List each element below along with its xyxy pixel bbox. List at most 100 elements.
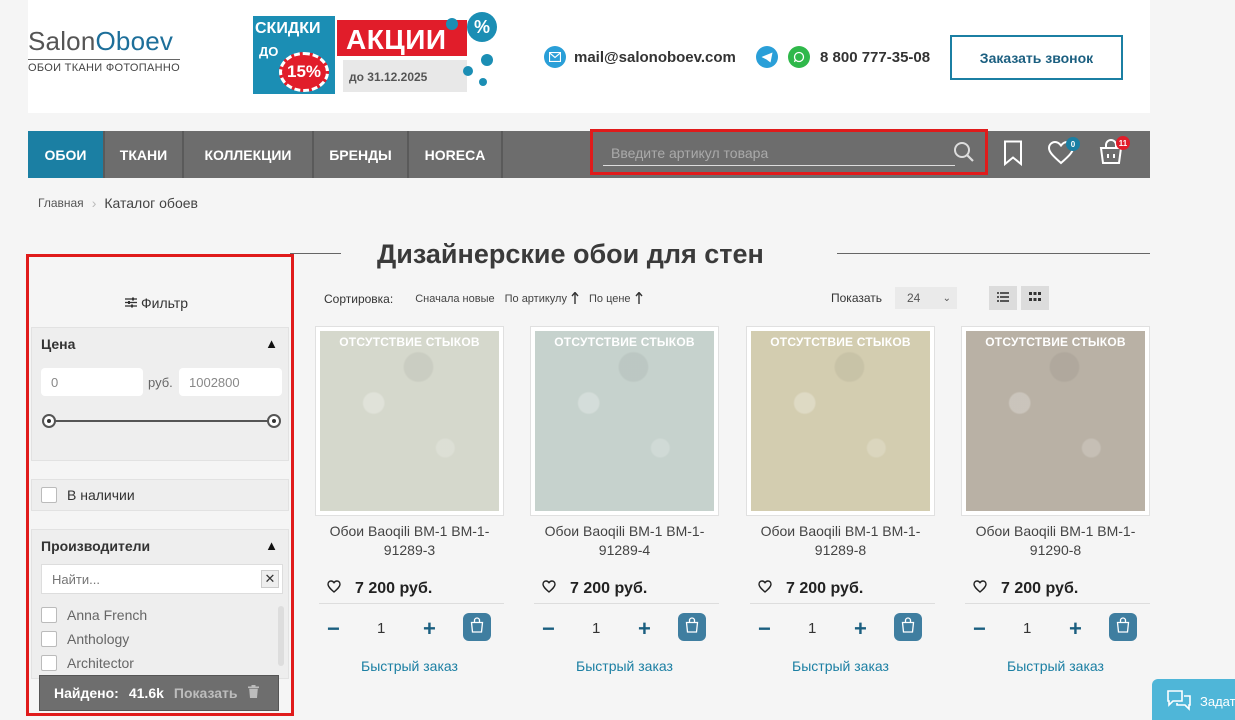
- nav-item-tkani[interactable]: ТКАНИ: [105, 131, 184, 178]
- per-page-select[interactable]: 24 ⌄: [895, 287, 957, 309]
- promo-decor-dot: [463, 66, 473, 76]
- heart-icon[interactable]: [973, 580, 987, 598]
- manufacturers-scrollbar[interactable]: [278, 606, 284, 666]
- qty-plus-button[interactable]: +: [638, 616, 651, 642]
- add-to-cart-button[interactable]: [894, 613, 922, 641]
- price-min-input[interactable]: [41, 368, 143, 396]
- list-item[interactable]: Architector: [41, 655, 134, 671]
- chevron-right-icon: ›: [91, 195, 97, 211]
- product-name[interactable]: Обои Baoqili BM-1 BM-1- 91289-4: [530, 522, 719, 560]
- product-tag: ОТСУТСТВИЕ СТЫКОВ: [985, 335, 1126, 349]
- price-filter-title[interactable]: Цена: [41, 336, 75, 352]
- quick-order-link[interactable]: Быстрый заказ: [530, 658, 719, 674]
- qty-minus-button[interactable]: −: [542, 616, 555, 642]
- breadcrumb-home[interactable]: Главная: [38, 196, 84, 210]
- in-stock-filter[interactable]: В наличии: [31, 479, 289, 511]
- nav-item-brendy[interactable]: БРЕНДЫ: [314, 131, 409, 178]
- show-results-button[interactable]: Показать: [174, 685, 238, 701]
- cart-icon: [1116, 616, 1130, 638]
- product-price: 7 200 руб.: [1001, 580, 1079, 597]
- heart-icon[interactable]: [758, 580, 772, 598]
- list-item[interactable]: Anna French: [41, 607, 147, 623]
- cart-icon: [901, 616, 915, 638]
- add-to-cart-button[interactable]: [678, 613, 706, 641]
- contact-email[interactable]: mail@salonoboev.com: [544, 46, 736, 68]
- add-to-cart-button[interactable]: [1109, 613, 1137, 641]
- in-stock-row[interactable]: В наличии: [41, 487, 135, 503]
- favorites-count-badge: 0: [1066, 137, 1080, 151]
- product-image[interactable]: ОТСУТСТВИЕ СТЫКОВ: [961, 326, 1150, 516]
- qty-minus-button[interactable]: −: [758, 616, 771, 642]
- phone-link[interactable]: 8 800 777-35-08: [820, 49, 930, 66]
- chat-label: Задать: [1200, 693, 1235, 709]
- qty-plus-button[interactable]: +: [1069, 616, 1082, 642]
- nav-item-oboi[interactable]: ОБОИ: [28, 131, 105, 178]
- sort-by-article[interactable]: По артикулу: [505, 290, 579, 307]
- search-icon[interactable]: [953, 141, 975, 168]
- bookmark-icon[interactable]: [1003, 140, 1023, 171]
- product-name[interactable]: Обои Baoqili BM-1 BM-1- 91290-8: [961, 522, 1150, 560]
- grid-view-button[interactable]: [1021, 286, 1049, 310]
- found-label: Найдено:: [54, 685, 119, 701]
- product-image[interactable]: ОТСУТСТВИЕ СТЫКОВ: [746, 326, 935, 516]
- logo[interactable]: SalonOboev ОБОИ ТКАНИ ФОТОПАННО: [28, 26, 180, 74]
- product-price: 7 200 руб.: [786, 580, 864, 597]
- manufacturer-checkbox[interactable]: [41, 607, 57, 623]
- quick-order-link[interactable]: Быстрый заказ: [315, 658, 504, 674]
- cart-icon: [685, 616, 699, 638]
- qty-value[interactable]: 1: [592, 620, 600, 637]
- qty-minus-button[interactable]: −: [973, 616, 986, 642]
- collapse-up-icon[interactable]: ▲: [265, 538, 278, 553]
- whatsapp-icon[interactable]: [788, 46, 810, 68]
- trash-icon[interactable]: [247, 685, 259, 701]
- manufacturer-checkbox[interactable]: [41, 655, 57, 671]
- sort-by-price[interactable]: По цене: [589, 290, 643, 307]
- in-stock-checkbox[interactable]: [41, 487, 57, 503]
- collapse-up-icon[interactable]: ▲: [265, 336, 278, 351]
- telegram-icon[interactable]: [756, 46, 778, 68]
- qty-minus-button[interactable]: −: [327, 616, 340, 642]
- price-max-input[interactable]: [179, 368, 282, 396]
- list-view-button[interactable]: [989, 286, 1017, 310]
- sort-newest[interactable]: Сначала новые: [415, 293, 494, 305]
- grid-view-icon: [1029, 289, 1041, 307]
- manufacturer-search-input[interactable]: [41, 564, 283, 594]
- product-image[interactable]: ОТСУТСТВИЕ СТЫКОВ: [530, 326, 719, 516]
- product-swatch: ОТСУТСТВИЕ СТЫКОВ: [966, 331, 1145, 511]
- product-price: 7 200 руб.: [355, 580, 433, 597]
- chat-button[interactable]: Задать: [1152, 679, 1235, 720]
- clear-icon[interactable]: ✕: [261, 570, 279, 588]
- qty-value[interactable]: 1: [377, 620, 385, 637]
- product-name[interactable]: Обои Baoqili BM-1 BM-1- 91289-8: [746, 522, 935, 560]
- nav-item-horeca[interactable]: HORECA: [409, 131, 503, 178]
- heart-icon[interactable]: [542, 580, 556, 598]
- manufacturer-checkbox[interactable]: [41, 631, 57, 647]
- contact-phone[interactable]: 8 800 777-35-08: [756, 46, 930, 68]
- breadcrumb-current: Каталог обоев: [104, 195, 198, 211]
- list-view-icon: [997, 289, 1009, 307]
- qty-plus-button[interactable]: +: [423, 616, 436, 642]
- manufacturers-filter-title[interactable]: Производители: [41, 538, 150, 554]
- qty-value[interactable]: 1: [808, 620, 816, 637]
- list-item[interactable]: Anthology: [41, 631, 129, 647]
- add-to-cart-button[interactable]: [463, 613, 491, 641]
- product-image[interactable]: ОТСУТСТВИЕ СТЫКОВ: [315, 326, 504, 516]
- email-link[interactable]: mail@salonoboev.com: [574, 49, 736, 66]
- product-price-row: 7 200 руб.: [542, 580, 647, 598]
- nav-item-kollekcii[interactable]: КОЛЛЕКЦИИ: [184, 131, 314, 178]
- quick-order-link[interactable]: Быстрый заказ: [746, 658, 935, 674]
- quick-order-link[interactable]: Быстрый заказ: [961, 658, 1150, 674]
- heart-icon[interactable]: [327, 580, 341, 598]
- qty-plus-button[interactable]: +: [854, 616, 867, 642]
- order-call-button[interactable]: Заказать звонок: [950, 35, 1123, 80]
- price-filter: Цена ▲ руб.: [31, 327, 289, 461]
- product-name[interactable]: Обои Baoqili BM-1 BM-1- 91289-3: [315, 522, 504, 560]
- percent-icon: %: [467, 12, 497, 42]
- qty-value[interactable]: 1: [1023, 620, 1031, 637]
- search-input[interactable]: [603, 140, 955, 166]
- price-slider-max-handle[interactable]: [267, 414, 281, 428]
- price-slider-min-handle[interactable]: [42, 414, 56, 428]
- promo-banner[interactable]: СКИДКИ ДО 15% АКЦИИ до 31.12.2025 %: [241, 12, 503, 98]
- filter-heading[interactable]: Фильтр: [125, 295, 188, 311]
- manufacturer-label: Anna French: [67, 607, 148, 623]
